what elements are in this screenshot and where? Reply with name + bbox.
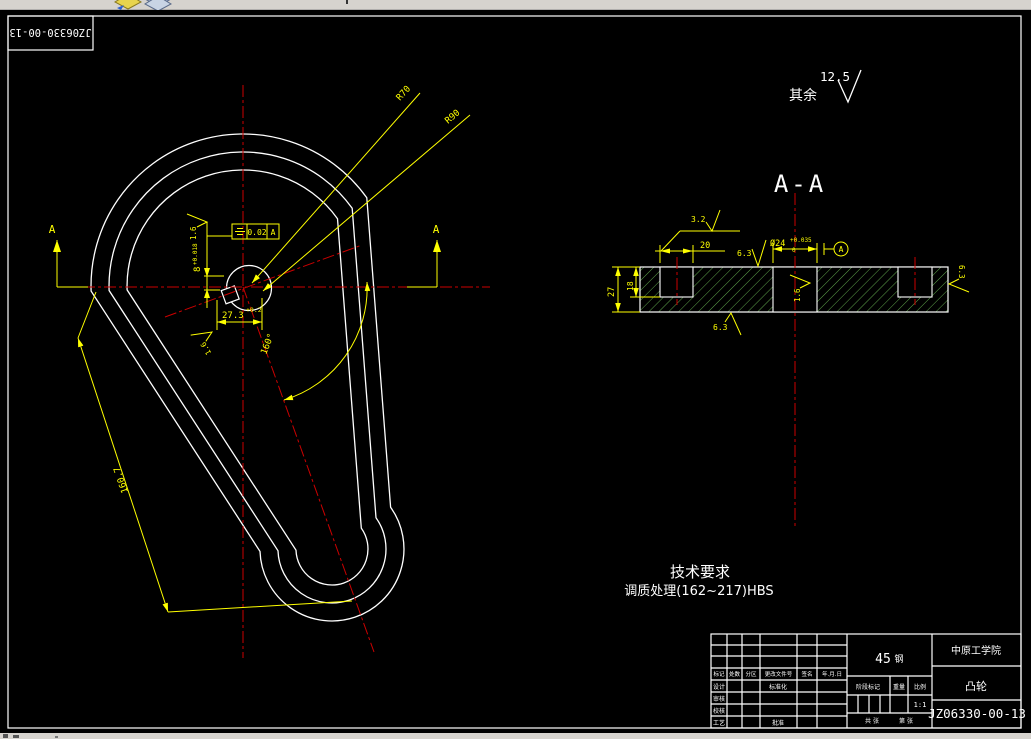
hole-tol-upper: +0.035 bbox=[790, 237, 812, 244]
keyway-width-value: 8 bbox=[193, 267, 203, 272]
row-label: 工艺 bbox=[713, 719, 725, 727]
roughness-32-value: 3.2 bbox=[691, 215, 706, 224]
rev-label: 签名 bbox=[801, 670, 812, 678]
part-name: 凸轮 bbox=[965, 679, 987, 693]
general-roughness-label: 其余 bbox=[789, 87, 817, 104]
bottom-glyph bbox=[13, 735, 19, 738]
hole-dia-value: Ø24 bbox=[770, 238, 785, 249]
scale-value: 1:1 bbox=[914, 701, 927, 709]
section-letter-left: A bbox=[49, 223, 56, 236]
datum-letter: A bbox=[839, 245, 844, 254]
fcf-datum: A bbox=[271, 228, 276, 237]
cad-application-window: JZ06330-00-13 A A R70 R90 8 +0.018 0.02 … bbox=[0, 0, 1031, 739]
dim-20-value: 20 bbox=[700, 241, 710, 251]
rev-label: 处数 bbox=[729, 670, 741, 678]
header-scale: 比例 bbox=[914, 683, 926, 691]
drawing-number: JZ06330-00-13 bbox=[928, 706, 1026, 721]
section-letter-right: A bbox=[433, 223, 440, 236]
toolbar-strip bbox=[0, 0, 1031, 12]
fcf-value: 0.02 bbox=[247, 228, 266, 237]
dim-18-value: 18 bbox=[626, 281, 635, 291]
row-label: 审核 bbox=[713, 695, 725, 703]
keyway-depth-tol: +0.2 bbox=[246, 306, 262, 314]
header-stage: 阶段标记 bbox=[856, 683, 880, 691]
sheets-label: 共 张 bbox=[865, 717, 879, 725]
row-label: 校核 bbox=[713, 707, 725, 715]
roughness-63-bottom-value: 6.3 bbox=[713, 323, 728, 332]
row-label-standardization: 标准化 bbox=[769, 683, 787, 691]
cad-canvas[interactable]: JZ06330-00-13 A A R70 R90 8 +0.018 0.02 … bbox=[0, 0, 1031, 739]
sheet-label: 第 张 bbox=[899, 717, 913, 725]
rev-label: 分区 bbox=[745, 670, 757, 678]
header-weight: 重量 bbox=[893, 683, 905, 691]
rev-label: 更改文件号 bbox=[765, 670, 793, 678]
row-label: 设计 bbox=[713, 683, 725, 691]
org-name: 中原工学院 bbox=[951, 644, 1001, 657]
row-label-approve: 批准 bbox=[772, 719, 784, 727]
material-suffix: 钢 bbox=[894, 653, 903, 665]
toolbar-tick bbox=[346, 0, 348, 4]
bottom-glyph bbox=[3, 734, 8, 738]
bottom-strip bbox=[0, 733, 1031, 739]
general-roughness-value: 12.5 bbox=[820, 69, 850, 84]
rev-label: 标记 bbox=[713, 670, 725, 678]
tech-line1: 调质处理(162~217)HBS bbox=[624, 584, 773, 599]
bottom-glyph bbox=[55, 736, 58, 738]
tech-title: 技术要求 bbox=[670, 563, 730, 581]
hole-tol-lower: 0 bbox=[792, 247, 796, 254]
rev-label: 年.月.日 bbox=[822, 670, 842, 678]
material-number: 45 bbox=[875, 652, 891, 667]
roughness-63-right-value: 6.3 bbox=[957, 265, 966, 279]
roughness-16-value: 1.6 bbox=[793, 288, 802, 302]
roughness-63-top-value: 6.3 bbox=[737, 249, 752, 258]
keyway-width-tol: +0.018 bbox=[192, 243, 199, 265]
cam-roughness-1: 1.6 bbox=[189, 226, 198, 240]
section-title: A-A bbox=[774, 170, 826, 198]
drawing-background bbox=[0, 10, 1031, 733]
dim-27-value: 27 bbox=[607, 287, 617, 297]
stamp-number: JZ06330-00-13 bbox=[9, 26, 91, 38]
keyway-depth-value: 27.3 bbox=[222, 311, 244, 321]
